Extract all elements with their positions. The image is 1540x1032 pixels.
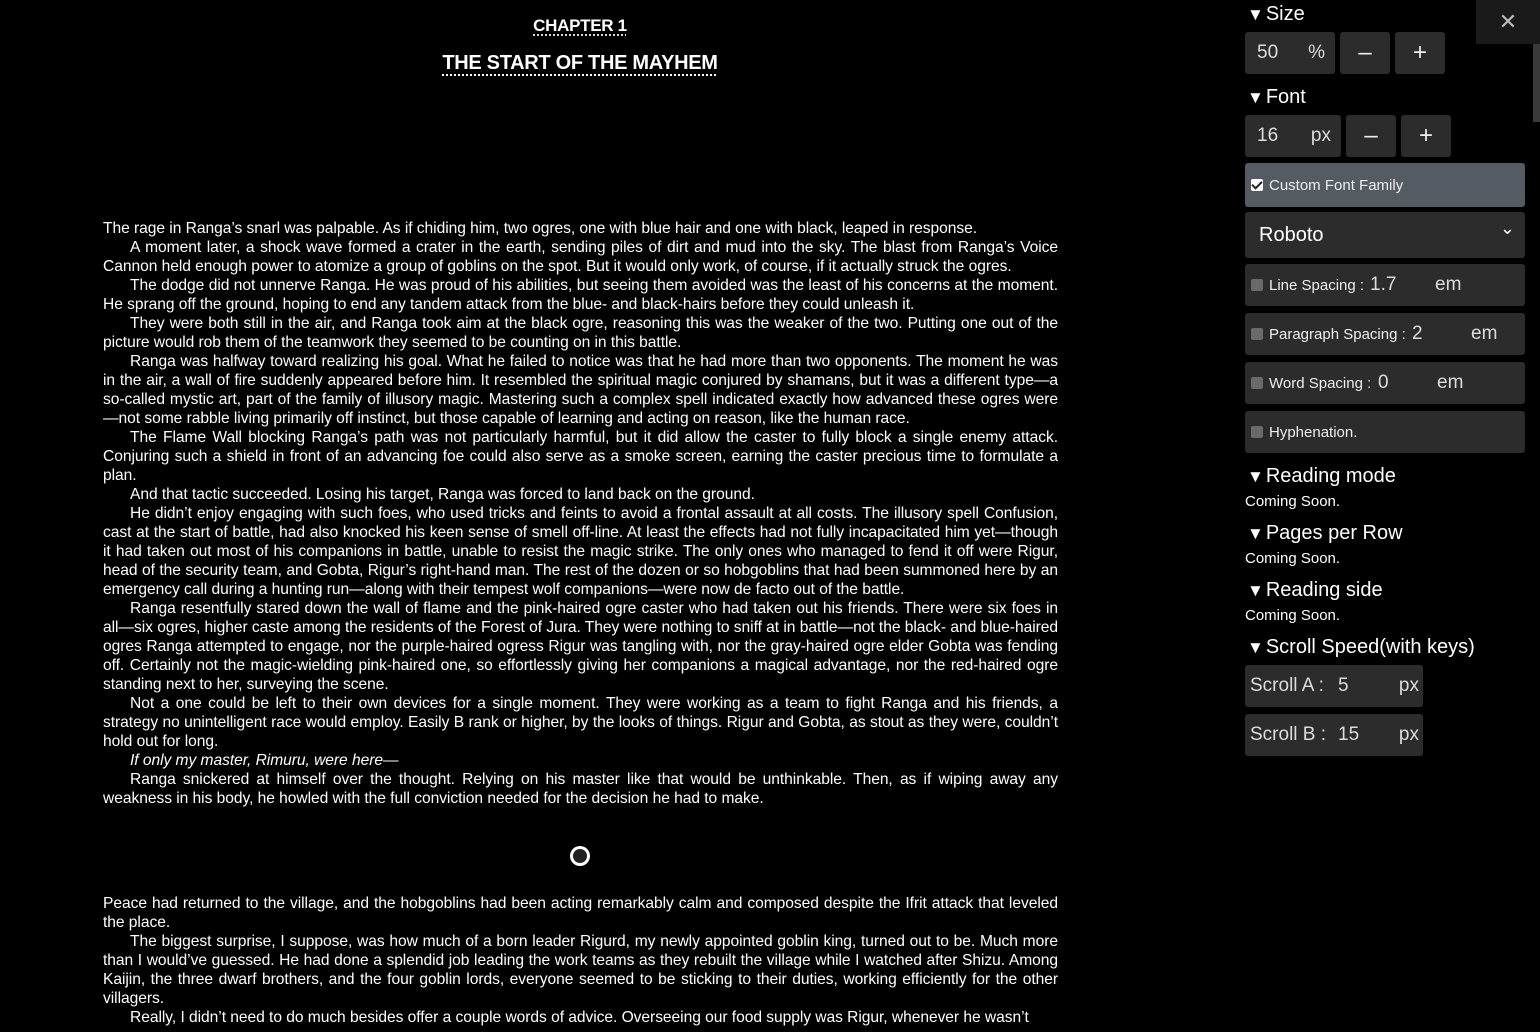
paragraph: The Flame Wall blocking Ranga’s path was… [103,429,1058,484]
font-increase-button[interactable]: + [1401,115,1451,157]
font-size-field[interactable]: 16 px [1245,115,1341,157]
word-spacing-unit: em [1437,372,1464,393]
scroll-a-unit: px [1398,675,1419,696]
font-family-value: Roboto [1259,223,1324,246]
custom-font-family-toggle[interactable]: Custom Font Family [1245,163,1525,207]
font-size-unit: px [1310,125,1331,146]
reader-page[interactable]: CHAPTER 1 THE START OF THE MAYHEM The ra… [0,0,1160,1032]
word-spacing-label: Word Spacing : [1269,374,1372,392]
paragraph: Peace had returned to the village, and t… [103,895,1058,931]
paragraph: Really, I didn’t need to do much besides… [130,1009,1029,1026]
line-spacing-unit: em [1435,274,1462,295]
checkbox-checked-icon[interactable] [1251,179,1263,191]
chapter-label: CHAPTER 1 [533,16,627,35]
scroll-speed-title: Scroll Speed(with keys) [1265,636,1475,658]
triangle-down-icon: ▼ [1247,4,1264,24]
paragraph-spacing-label: Paragraph Spacing : [1269,325,1406,343]
triangle-down-icon: ▼ [1247,466,1264,486]
paragraph: A moment later, a shock wave formed a cr… [103,239,1058,275]
checkbox-icon[interactable] [1251,328,1263,340]
scroll-b-unit: px [1398,724,1419,745]
scene-break-icon [570,846,590,866]
paragraph-italic: If only my master, Rimuru, were here— [130,752,399,769]
paragraph-spacing-value[interactable]: 2 [1412,323,1423,345]
checkbox-icon[interactable] [1251,426,1263,438]
scroll-a-field[interactable]: Scroll A : 5 px [1245,665,1423,707]
reading-mode-note: Coming Soon. [1245,493,1341,510]
size-title: Size [1265,3,1305,25]
checkbox-icon[interactable] [1251,377,1263,389]
scroll-b-field[interactable]: Scroll B : 15 px [1245,714,1423,756]
text-block-2: Peace had returned to the village, and t… [103,894,1058,1027]
scroll-b-label: Scroll B : [1250,724,1327,745]
line-spacing-value[interactable]: 1.7 [1370,274,1396,296]
triangle-down-icon: ▼ [1247,637,1264,657]
font-title: Font [1265,86,1306,108]
pages-per-row-section-toggle[interactable]: ▼ Pages per Row [1247,522,1403,545]
paragraph: They were both still in the air, and Ran… [103,315,1058,351]
paragraph: Ranga snickered at himself over the thou… [103,771,1058,807]
size-field[interactable]: 50 % [1245,32,1335,74]
paragraph: He didn’t enjoy engaging with such foes,… [103,505,1058,598]
scroll-b-value[interactable]: 15 [1338,724,1359,746]
paragraph: The dodge did not unnerve Ranga. He was … [103,277,1058,313]
font-size-value: 16 [1257,125,1279,146]
triangle-down-icon: ▼ [1247,580,1264,600]
custom-font-family-label: Custom Font Family [1269,176,1404,194]
scroll-a-label: Scroll A : [1250,675,1324,696]
word-spacing-value[interactable]: 0 [1378,372,1389,394]
paragraph: Ranga resentfully stared down the wall o… [103,600,1058,693]
scroll-speed-section-toggle[interactable]: ▼ Scroll Speed(with keys) [1247,636,1475,659]
line-spacing-label: Line Spacing : [1269,276,1365,294]
pages-per-row-title: Pages per Row [1265,522,1403,544]
text-block-1: The rage in Ranga’s snarl was palpable. … [103,219,1058,808]
size-value: 50 [1257,42,1279,63]
settings-panel: ▼ Size 50 % – + ▼ Font 16 px – + Custom … [1235,0,1540,1032]
reading-side-note: Coming Soon. [1245,607,1341,624]
chevron-down-icon: ⌄ [1499,218,1515,238]
line-spacing-row[interactable]: Line Spacing : 1.7 em [1245,264,1525,306]
scroll-a-value[interactable]: 5 [1338,675,1349,697]
paragraph: And that tactic succeeded. Losing his ta… [130,486,755,503]
reading-side-section-toggle[interactable]: ▼ Reading side [1247,579,1383,602]
size-unit: % [1308,42,1325,63]
word-spacing-row[interactable]: Word Spacing : 0 em [1245,362,1525,404]
reading-mode-section-toggle[interactable]: ▼ Reading mode [1247,465,1396,488]
paragraph-spacing-row[interactable]: Paragraph Spacing : 2 em [1245,313,1525,355]
size-decrease-button[interactable]: – [1340,32,1390,74]
hyphenation-row[interactable]: Hyphenation. [1245,411,1525,453]
font-section-toggle[interactable]: ▼ Font [1247,86,1306,109]
reading-mode-title: Reading mode [1265,465,1396,487]
reading-side-title: Reading side [1265,579,1383,601]
paragraph: The biggest surprise, I suppose, was how… [103,933,1058,1007]
triangle-down-icon: ▼ [1247,87,1264,107]
triangle-down-icon: ▼ [1247,523,1264,543]
hyphenation-label: Hyphenation. [1269,423,1358,441]
font-decrease-button[interactable]: – [1346,115,1396,157]
font-family-select[interactable]: Roboto ⌄ [1245,212,1525,258]
pages-per-row-note: Coming Soon. [1245,550,1341,567]
paragraph: Ranga was halfway toward realizing his g… [103,353,1058,427]
size-increase-button[interactable]: + [1395,32,1445,74]
chapter-title: THE START OF THE MAYHEM [442,52,718,74]
checkbox-icon[interactable] [1251,279,1263,291]
paragraph: Not a one could be left to their own dev… [103,695,1058,750]
paragraph-spacing-unit: em [1471,323,1498,344]
paragraph: The rage in Ranga’s snarl was palpable. … [103,220,978,237]
size-section-toggle[interactable]: ▼ Size [1247,3,1305,26]
